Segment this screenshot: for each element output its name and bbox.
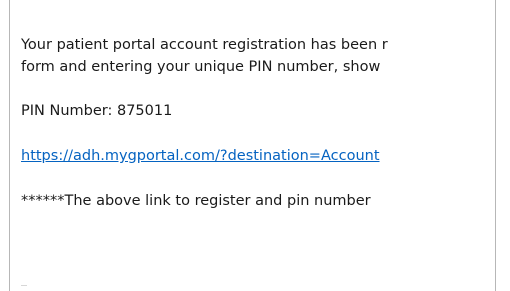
registration-link[interactable]: https://adh.mygportal.com/?destination=A…	[21, 147, 380, 165]
pin-number-text: PIN Number: 875011	[21, 103, 173, 119]
message-line-1: Your patient portal account registration…	[21, 37, 388, 53]
link-notice-text: ******The above link to register and pin…	[21, 193, 371, 209]
message-line-2: form and entering your unique PIN number…	[21, 59, 381, 75]
email-body: Your patient portal account registration…	[9, 0, 496, 291]
cropped-text-remnant	[21, 285, 27, 291]
